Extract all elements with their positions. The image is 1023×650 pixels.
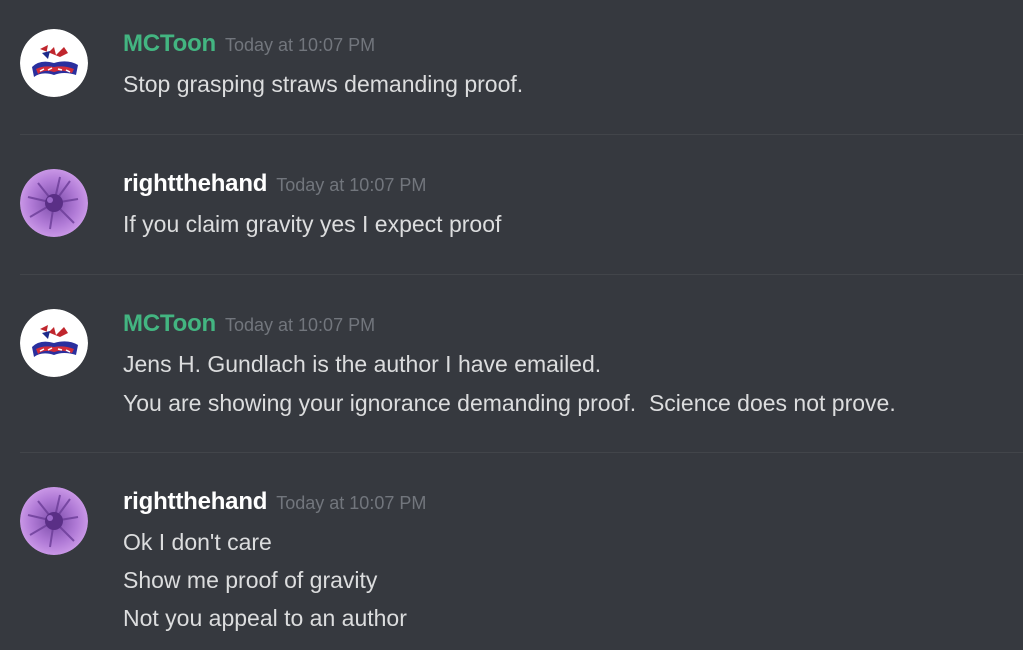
message-header: MCToon Today at 10:07 PM [123, 30, 375, 58]
mctoon-logo-avatar[interactable] [20, 29, 88, 97]
message-header: MCToon Today at 10:07 PM [123, 310, 375, 338]
message-text: If you claim gravity yes I expect proof [123, 211, 502, 237]
message-text: Show me proof of gravity [123, 567, 378, 593]
username[interactable]: rightthehand [123, 170, 267, 198]
purple-flower-avatar[interactable] [20, 169, 88, 237]
timestamp: Today at 10:07 PM [276, 493, 427, 513]
message-text: Jens H. Gundlach is the author I have em… [123, 351, 602, 377]
message-header: rightthehand Today at 10:07 PM [123, 488, 426, 516]
message-text: You are showing your ignorance demanding… [123, 390, 896, 416]
message-text: Ok I don't care [123, 529, 272, 555]
timestamp: Today at 10:07 PM [224, 35, 376, 55]
mctoon-logo-avatar[interactable] [20, 309, 88, 377]
message-header: rightthehand Today at 10:07 PM [123, 170, 426, 198]
username[interactable]: rightthehand [123, 488, 267, 516]
chat-messages-area: MCToon Today at 10:07 PM Stop grasping s… [0, 0, 1023, 650]
message-divider [20, 452, 1023, 453]
purple-flower-avatar[interactable] [20, 487, 88, 555]
message-divider [20, 274, 1023, 275]
message-text: Stop grasping straws demanding proof. [123, 71, 524, 97]
username[interactable]: MCToon [123, 30, 216, 58]
message-text: Not you appeal to an author [123, 605, 407, 631]
message-divider [20, 134, 1023, 135]
timestamp: Today at 10:07 PM [224, 315, 376, 335]
timestamp: Today at 10:07 PM [276, 175, 427, 195]
username[interactable]: MCToon [123, 310, 216, 338]
